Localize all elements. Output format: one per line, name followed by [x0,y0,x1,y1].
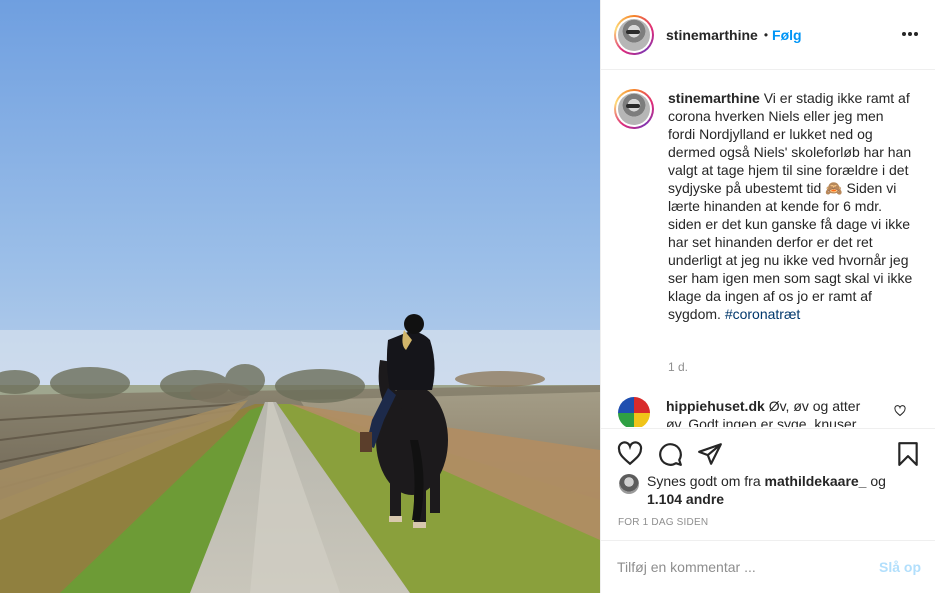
rider-on-gravel-path-image [0,0,600,593]
liker-username[interactable]: mathildekaare_ [765,473,867,489]
likes-prefix: Synes godt om fra [647,473,761,489]
paper-plane-icon[interactable] [697,441,723,467]
post-header: stinemarthine • Følg [601,0,935,70]
comment-item: hippiehuset.dk Øv, øv og atter øv. Godt … [618,397,928,427]
caption-time[interactable]: 1 d. [668,360,688,374]
caption-body-part-2: Siden vi lærte hinanden at kende for 6 m… [668,180,913,322]
likes-joiner: og [870,473,886,489]
bookmark-icon[interactable] [895,441,921,467]
caption-author-avatar[interactable] [614,89,654,129]
comment-icon[interactable] [657,441,683,467]
likes-text: Synes godt om fra mathildekaare_ og 1.10… [647,472,919,508]
monkey-emoji-icon: 🙈 [825,180,843,196]
comment-input[interactable] [617,559,879,575]
comments-section[interactable]: stinemarthine Vi er stadig ikke ramt af … [601,71,935,427]
post-caption: stinemarthine Vi er stadig ikke ramt af … [614,89,924,323]
author-username[interactable]: stinemarthine [666,27,758,43]
header-separator: • [763,27,769,42]
comment-username[interactable]: hippiehuset.dk [666,398,765,414]
post-side-panel: stinemarthine • Følg stinemarthine Vi er… [600,0,935,593]
caption-username[interactable]: stinemarthine [668,90,760,106]
post-photo[interactable] [0,0,600,593]
caption-hashtag[interactable]: #coronatræt [725,306,800,322]
follow-button[interactable]: Følg [772,27,802,43]
likes-summary: Synes godt om fra mathildekaare_ og 1.10… [619,472,919,508]
author-avatar[interactable] [614,14,654,55]
action-bar [601,428,935,478]
post-timestamp[interactable]: For 1 dag siden [618,517,708,528]
commenter-avatar[interactable] [618,397,650,427]
comment-text: hippiehuset.dk Øv, øv og atter øv. Godt … [666,397,881,427]
caption-text: stinemarthine Vi er stadig ikke ramt af … [668,89,913,323]
post-comment-button[interactable]: Slå op [879,559,921,575]
more-options-icon[interactable] [902,24,918,44]
heart-icon[interactable] [617,441,643,467]
add-comment-bar: Slå op [601,540,935,593]
likes-count[interactable]: 1.104 andre [647,491,724,507]
instagram-post: stinemarthine • Følg stinemarthine Vi er… [0,0,935,593]
comment-like-heart-icon[interactable] [894,405,906,417]
liker-avatar[interactable] [619,474,639,494]
